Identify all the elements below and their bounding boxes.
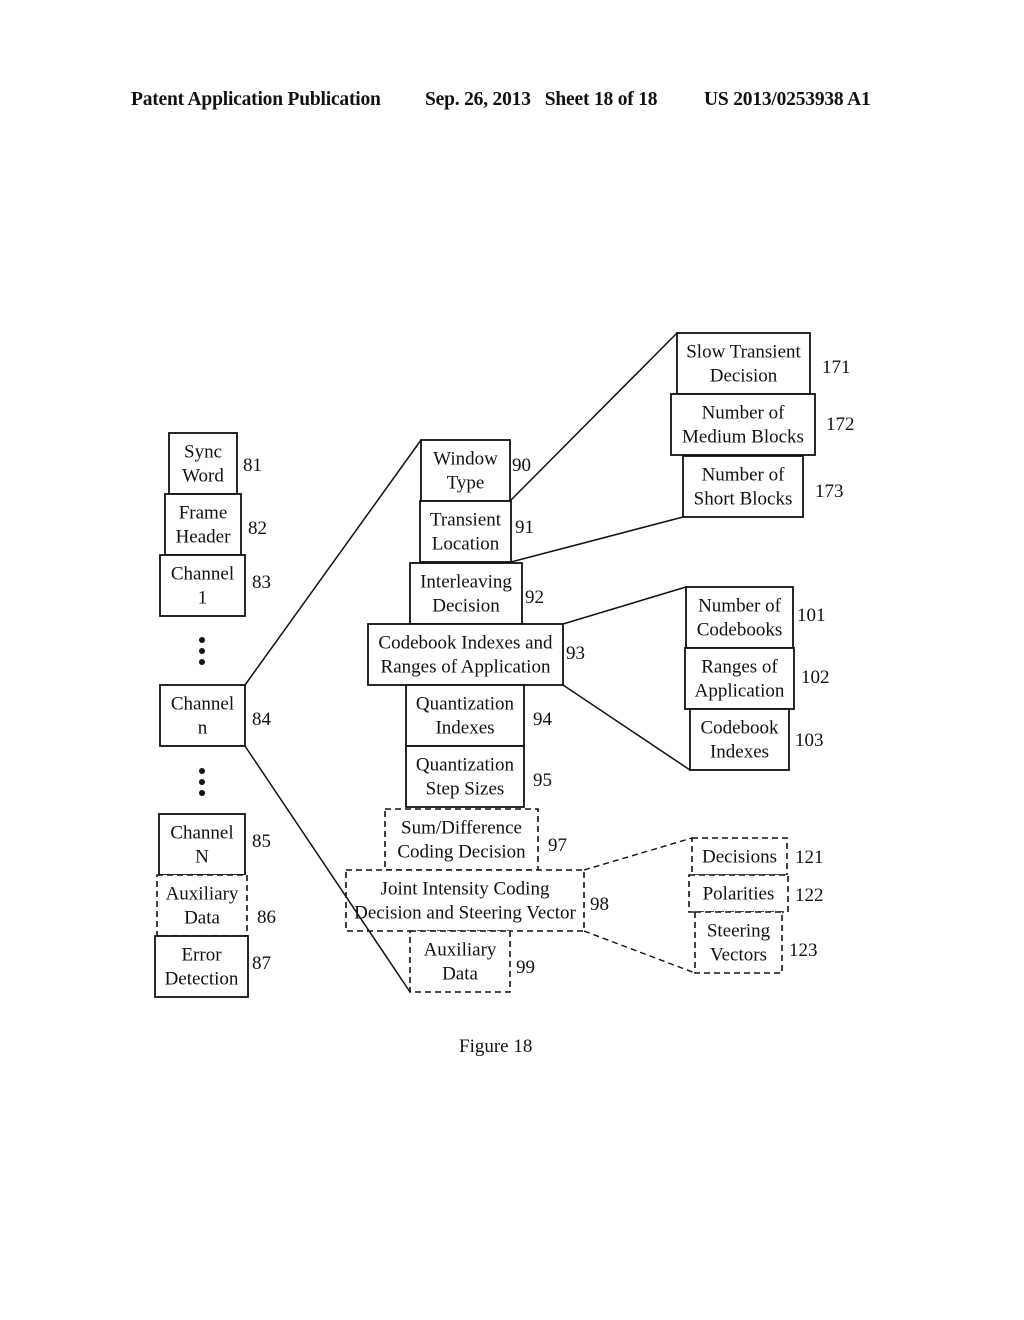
block-label-quantization-indexes: Indexes: [435, 718, 494, 739]
block-label-codebook-indexes: Indexes: [710, 742, 769, 763]
block-label-channel-auxiliary-data: Auxiliary: [424, 940, 497, 961]
ref-number-slow-transient-decision: 171: [822, 357, 851, 378]
ref-number-number-short-blocks: 173: [815, 481, 844, 502]
ellipsis-dot-upper: [199, 637, 205, 643]
block-label-channel-N: Channel: [170, 823, 233, 844]
ref-number-error-detection: 87: [252, 953, 271, 974]
figure-caption: Figure 18: [459, 1036, 533, 1057]
ref-number-ranges-of-application: 102: [801, 667, 830, 688]
ellipsis-dot-lower: [199, 768, 205, 774]
block-label-number-short-blocks: Short Blocks: [694, 489, 793, 510]
ref-number-decisions: 121: [795, 847, 824, 868]
block-label-number-short-blocks: Number of: [702, 465, 786, 486]
block-label-number-medium-blocks: Medium Blocks: [682, 427, 804, 448]
block-label-joint-intensity-coding: Decision and Steering Vector: [354, 903, 576, 924]
block-label-error-detection: Detection: [165, 969, 239, 990]
connector-transient-bottom: [510, 516, 684, 563]
ref-number-channel-N: 85: [252, 831, 271, 852]
block-label-frame-header: Header: [176, 527, 232, 548]
block-label-interleaving-decision: Interleaving: [420, 572, 512, 593]
block-label-transient-location: Location: [432, 534, 500, 555]
ellipsis-dot-lower: [199, 790, 205, 796]
block-label-codebook-indexes-ranges: Codebook Indexes and: [378, 633, 553, 654]
ellipsis-dot-lower: [199, 779, 205, 785]
block-label-window-type: Window: [433, 449, 498, 470]
connector-joint-bottom: [583, 930, 696, 974]
block-label-number-of-codebooks: Number of: [698, 596, 782, 617]
ref-number-codebook-indexes-ranges: 93: [566, 643, 585, 664]
ref-number-sync-word: 81: [243, 455, 262, 476]
block-label-auxiliary-data: Auxiliary: [166, 884, 239, 905]
block-label-ranges-of-application: Ranges of: [701, 657, 778, 678]
block-label-slow-transient-decision: Decision: [710, 366, 778, 387]
block-label-transient-location: Transient: [430, 510, 502, 531]
connector-joint-top: [583, 837, 693, 871]
ref-number-number-medium-blocks: 172: [826, 414, 855, 435]
block-label-decisions: Decisions: [702, 847, 777, 868]
block-label-polarities: Polarities: [703, 884, 775, 905]
ref-number-channel-1: 83: [252, 572, 271, 593]
ref-number-channel-n: 84: [252, 709, 272, 730]
ref-number-steering-vectors: 123: [789, 940, 818, 961]
ref-number-polarities: 122: [795, 885, 824, 906]
block-label-steering-vectors: Vectors: [710, 945, 767, 966]
block-label-window-type: Type: [447, 473, 485, 494]
ref-number-transient-location: 91: [515, 517, 534, 538]
ref-number-interleaving-decision: 92: [525, 587, 544, 608]
block-label-auxiliary-data: Data: [184, 908, 220, 929]
ref-number-quantization-step-sizes: 95: [533, 770, 552, 791]
block-label-channel-N: N: [195, 847, 209, 868]
ref-number-window-type: 90: [512, 455, 531, 476]
block-label-steering-vectors: Steering: [707, 921, 771, 942]
connector-codebook-bottom: [562, 684, 691, 771]
patent-diagram: Sync Word 81 Frame Header 82 Channel 1 83 Channel…: [154, 332, 855, 998]
block-label-slow-transient-decision: Slow Transient: [686, 342, 801, 363]
block-label-joint-intensity-coding: Joint Intensity Coding: [381, 879, 550, 900]
block-label-interleaving-decision: Decision: [432, 596, 500, 617]
ellipsis-dot-upper: [199, 659, 205, 665]
ref-number-frame-header: 82: [248, 518, 267, 539]
block-label-number-medium-blocks: Number of: [702, 403, 786, 424]
block-label-channel-auxiliary-data: Data: [442, 964, 478, 985]
block-label-channel-n: n: [198, 718, 208, 739]
ref-number-sum-difference-coding: 97: [548, 835, 567, 856]
connector-transient-top: [509, 332, 678, 502]
block-label-number-of-codebooks: Codebooks: [697, 620, 783, 641]
block-label-channel-1: Channel: [171, 564, 234, 585]
block-label-quantization-step-sizes: Quantization: [416, 755, 515, 776]
block-label-frame-header: Frame: [179, 503, 228, 524]
ref-number-codebook-indexes: 103: [795, 730, 824, 751]
block-label-ranges-of-application: Application: [695, 681, 785, 702]
block-label-codebook-indexes-ranges: Ranges of Application: [381, 657, 551, 678]
ref-number-number-of-codebooks: 101: [797, 605, 826, 626]
block-label-quantization-indexes: Quantization: [416, 694, 515, 715]
block-label-channel-1: 1: [198, 588, 208, 609]
block-label-sync-word: Sync: [184, 442, 222, 463]
ref-number-joint-intensity-coding: 98: [590, 894, 609, 915]
connector-codebook-top: [562, 586, 687, 625]
block-label-sync-word: Word: [182, 466, 224, 487]
block-label-error-detection: Error: [181, 945, 222, 966]
ellipsis-dot-upper: [199, 648, 205, 654]
block-label-sum-difference-coding: Coding Decision: [397, 842, 526, 863]
ref-number-quantization-indexes: 94: [533, 709, 553, 730]
block-label-quantization-step-sizes: Step Sizes: [426, 779, 505, 800]
ref-number-channel-auxiliary-data: 99: [516, 957, 535, 978]
block-label-sum-difference-coding: Sum/Difference: [401, 818, 522, 839]
ref-number-auxiliary-data: 86: [257, 907, 276, 928]
block-label-codebook-indexes: Codebook: [700, 718, 779, 739]
block-label-channel-n: Channel: [171, 694, 234, 715]
